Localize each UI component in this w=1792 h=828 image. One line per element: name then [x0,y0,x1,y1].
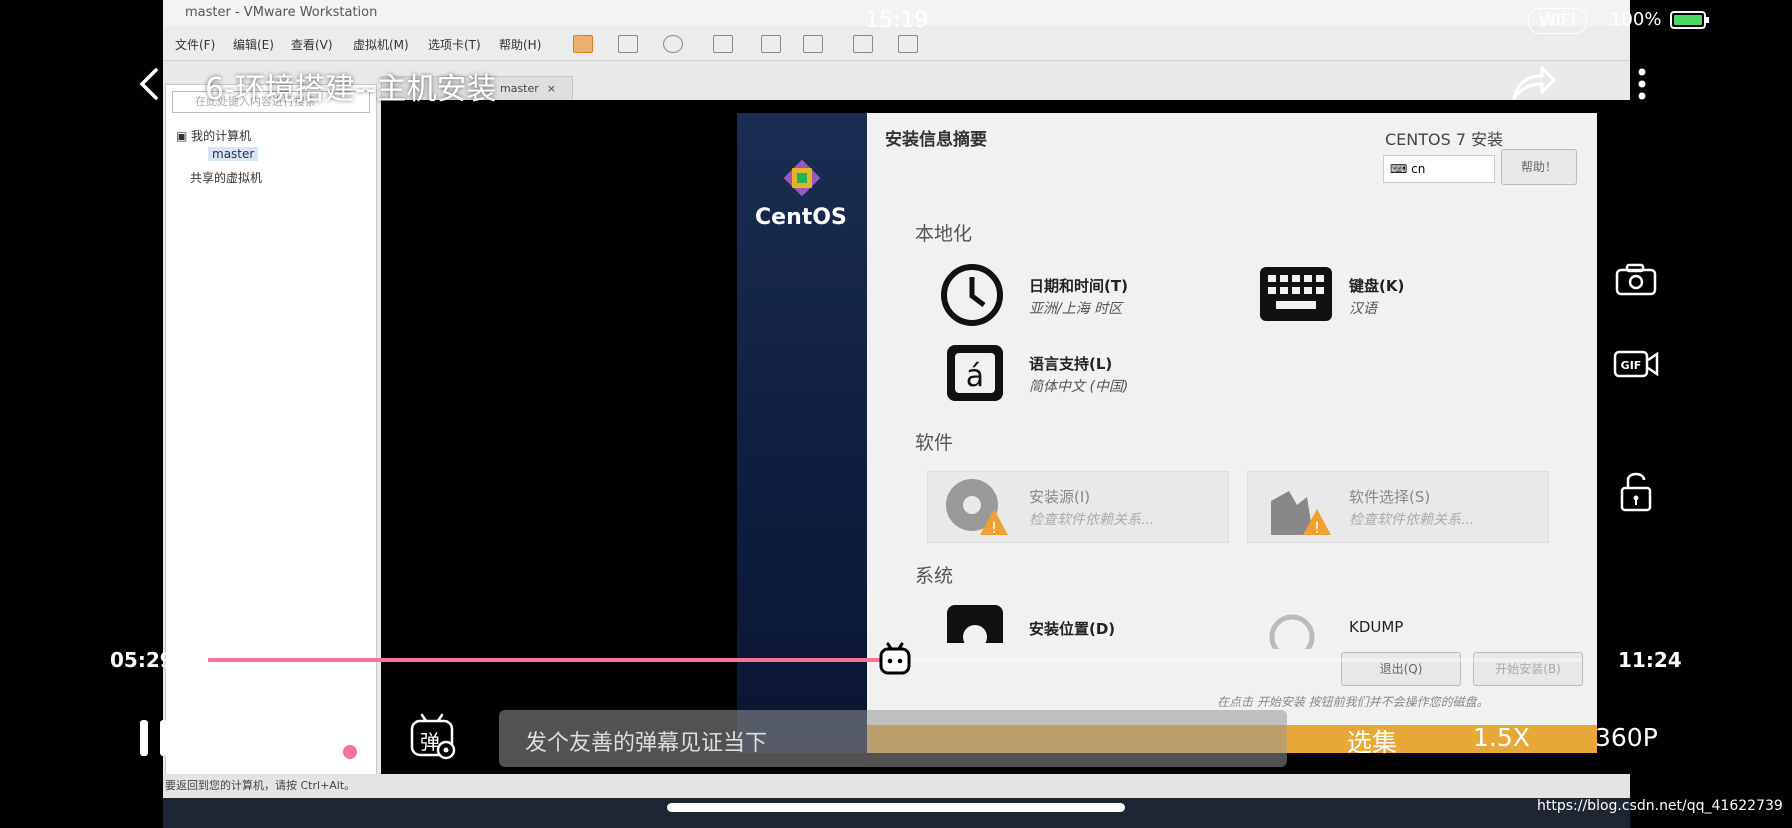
installer-footer-note: 在点击 开始安装 按钮前我们并不会操作您的磁盘。 [1217,695,1489,709]
camera-screenshot-icon[interactable] [1614,262,1658,296]
playback-speed-button[interactable]: 1.5X [1473,723,1530,752]
more-icon[interactable] [1632,66,1652,102]
pause-icon[interactable] [136,716,172,760]
vm-tab-label: master [500,82,539,95]
clock-icon [941,264,1003,326]
centos-logo-text: CentOS [755,205,847,230]
svg-text:!: ! [1314,518,1320,537]
danmaku-toggle-button[interactable]: 弹 [314,712,358,760]
vmware-statusbar: 要返回到您的计算机，请按 Ctrl+Alt。 [163,774,1630,798]
progress-played [208,658,895,662]
screen-lock-icon[interactable] [1618,468,1654,512]
battery-percent: 100% [1610,9,1662,30]
menu-edit[interactable]: 编辑(E) [233,36,274,53]
fullscreen-icon[interactable] [761,35,781,53]
keyboard-small-icon: ⌨ [1390,162,1412,176]
menu-file[interactable]: 文件(F) [175,36,215,53]
share-icon[interactable] [1510,62,1558,102]
menu-view[interactable]: 查看(V) [291,36,333,53]
section-system: 系统 [915,565,954,587]
centos-installer: CentOS 安装信息摘要 CENTOS 7 安装 ⌨ cn 帮助！ 本地化 日… [737,113,1597,753]
menu-tabs[interactable]: 选项卡(T) [428,36,481,53]
disk-icon [947,605,1003,643]
spoke-kdump-title[interactable]: KDUMP [1349,618,1403,636]
wifi-badge: WIFI [1528,8,1587,34]
keyboard-icon [1260,267,1332,321]
watermark-url: https://blog.csdn.net/qq_41622739 [1537,798,1783,814]
danmaku-placeholder: 发个友善的弹幕见证当下 [525,731,768,756]
keyboard-layout-value: cn [1411,162,1426,176]
tree-vm-master[interactable]: master [208,147,259,161]
spoke-language-status: 简体中文 (中国) [1029,379,1129,395]
tree-vm-label: master [212,147,255,161]
video-title: 6-环境搭建--主机安装 [205,72,497,107]
console-icon[interactable] [853,35,873,53]
installer-heading: 安装信息摘要 [885,130,987,150]
next-icon[interactable] [226,722,256,754]
episodes-button[interactable]: 选集 [1347,723,1397,759]
help-button[interactable]: 帮助！ [1501,149,1577,185]
spoke-language-title[interactable]: 语言支持(L) [1029,353,1112,374]
kdump-icon [1269,614,1315,649]
spoke-datetime-title[interactable]: 日期和时间(T) [1029,275,1128,296]
language-icon: á [947,345,1003,401]
view-icon[interactable] [713,35,733,53]
video-frame[interactable]: master - VMware Workstation 文件(F) 编辑(E) … [163,0,1630,828]
quality-button[interactable]: 360P [1595,723,1658,752]
progress-scrubber-tv-icon[interactable] [878,640,912,676]
spoke-source-title: 安装源(I) [1029,488,1091,506]
spoke-keyboard-title[interactable]: 键盘(K) [1349,275,1404,296]
vmware-library-sidebar: 在此处键入内容进行搜索 ▣ 我的计算机 master 共享的虚拟机 [165,84,377,786]
clock-icon[interactable] [663,35,683,53]
spoke-software-title: 软件选择(S) [1349,488,1431,506]
gif-record-icon[interactable]: GIF [1612,348,1660,380]
spoke-source-status: 检查软件依赖关系... [1029,512,1155,528]
tree-shared-vms[interactable]: 共享的虚拟机 [190,169,262,186]
svg-text:á: á [966,359,984,394]
menu-help[interactable]: 帮助(H) [499,36,541,53]
section-software: 软件 [915,432,954,454]
window-title: master - VMware Workstation [185,5,378,20]
menu-vm[interactable]: 虚拟机(M) [353,36,409,53]
installer-sidebar: CentOS [737,113,867,753]
tree-my-computer-label: 我的计算机 [191,129,252,143]
svg-text:GIF: GIF [1621,359,1642,372]
home-indicator[interactable] [667,803,1125,812]
total-time: 11:24 [1618,648,1682,672]
tree-shared-label: 共享的虚拟机 [190,171,263,185]
danmaku-settings-button[interactable]: 弹 [410,712,456,760]
back-arrow-icon[interactable] [136,66,162,102]
pause-icon[interactable] [573,35,593,53]
danmaku-toggle-label: 弹 [324,730,344,754]
computer-icon: ▣ [176,129,192,143]
disc-warning-icon: ! [946,479,1008,537]
danmaku-settings-label: 弹 [420,730,440,754]
spoke-destination-title[interactable]: 安装位置(D) [1029,618,1115,639]
status-text: 要返回到您的计算机，请按 Ctrl+Alt。 [165,779,356,792]
clock-time: 15:19 [865,8,929,33]
spoke-software-status: 检查软件依赖关系... [1349,512,1475,528]
section-localization: 本地化 [915,223,973,245]
battery-icon [1670,11,1709,29]
svg-text:!: ! [991,518,997,537]
spoke-datetime-status: 亚洲/上海 时区 [1029,301,1123,317]
spoke-keyboard-status: 汉语 [1349,301,1377,317]
product-title: CENTOS 7 安装 [1385,130,1504,149]
tree-my-computer[interactable]: ▣ 我的计算机 [176,127,251,144]
stretch-icon[interactable] [898,35,918,53]
close-icon[interactable]: × [547,82,556,95]
keyboard-layout-indicator[interactable]: ⌨ cn [1383,155,1495,183]
package-warning-icon: ! [1271,491,1331,537]
snapshot-icon[interactable] [618,35,638,53]
current-time: 05:29 [110,648,174,672]
centos-logo-icon [783,159,821,197]
unity-icon[interactable] [803,35,823,53]
